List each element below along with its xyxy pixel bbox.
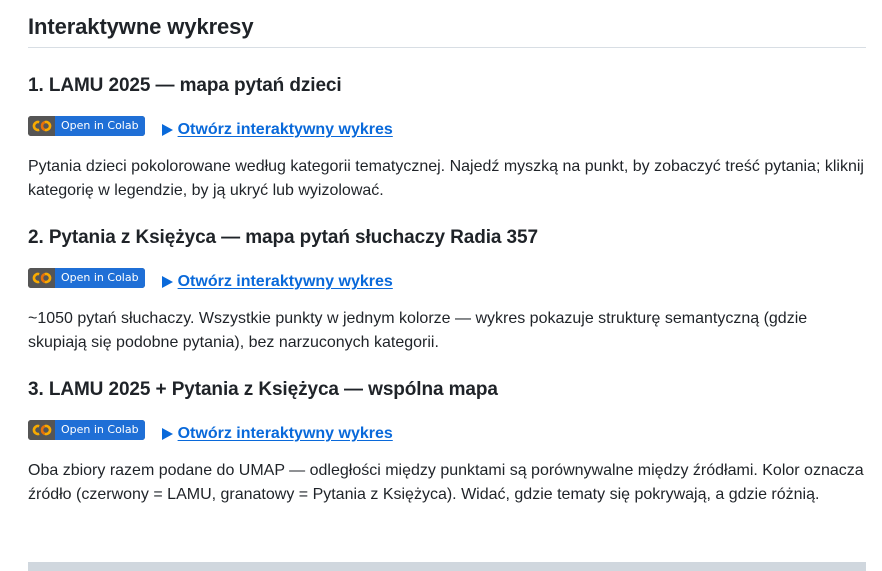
open-interactive-chart-link[interactable]: Otwórz interaktywny wykres — [161, 425, 393, 443]
links-row: Open in Colab Otwórz interaktywny wykres — [28, 267, 866, 291]
section-heading: 2. Pytania z Księżyca — mapa pytań słuch… — [28, 227, 538, 248]
link-label: Otwórz interaktywny wykres — [177, 273, 393, 290]
link-label: Otwórz interaktywny wykres — [177, 121, 393, 138]
section-description: ~1050 pytań słuchaczy. Wszystkie punkty … — [28, 310, 808, 351]
open-in-colab-badge[interactable]: Open in Colab — [28, 268, 145, 288]
play-triangle-icon — [161, 124, 173, 136]
open-interactive-chart-link[interactable]: Otwórz interaktywny wykres — [161, 121, 393, 139]
section-pytania-z-ksiezyca: 2. Pytania z Księżyca — mapa pytań słuch… — [28, 226, 866, 355]
play-triangle-icon — [161, 428, 173, 440]
open-in-colab-label: Open in Colab — [55, 268, 145, 288]
colab-logo-icon — [28, 268, 55, 288]
section-heading: 1. LAMU 2025 — mapa pytań dzieci — [28, 75, 342, 96]
markdown-content: Interaktywne wykresy 1. LAMU 2025 — mapa… — [28, 0, 866, 507]
colab-logo-icon — [28, 420, 55, 440]
links-row: Open in Colab Otwórz interaktywny wykres — [28, 419, 866, 443]
links-row: Open in Colab Otwórz interaktywny wykres — [28, 115, 866, 139]
link-label: Otwórz interaktywny wykres — [177, 425, 393, 442]
section-description: Pytania dzieci pokolorowane według kateg… — [28, 158, 864, 199]
open-in-colab-label: Open in Colab — [55, 116, 145, 136]
open-in-colab-badge[interactable]: Open in Colab — [28, 420, 145, 440]
section-lamu: 1. LAMU 2025 — mapa pytań dzieci Open in… — [28, 74, 866, 203]
horizontal-scrollbar[interactable] — [28, 562, 866, 571]
colab-logo-icon — [28, 116, 55, 136]
page-title: Interaktywne wykresy — [28, 0, 866, 48]
section-wspolna-mapa: 3. LAMU 2025 + Pytania z Księżyca — wspó… — [28, 378, 866, 507]
open-in-colab-label: Open in Colab — [55, 420, 145, 440]
open-in-colab-badge[interactable]: Open in Colab — [28, 116, 145, 136]
section-heading: 3. LAMU 2025 + Pytania z Księżyca — wspó… — [28, 379, 498, 400]
open-interactive-chart-link[interactable]: Otwórz interaktywny wykres — [161, 273, 393, 291]
play-triangle-icon — [161, 276, 173, 288]
section-description: Oba zbiory razem podane do UMAP — odległ… — [28, 462, 864, 503]
